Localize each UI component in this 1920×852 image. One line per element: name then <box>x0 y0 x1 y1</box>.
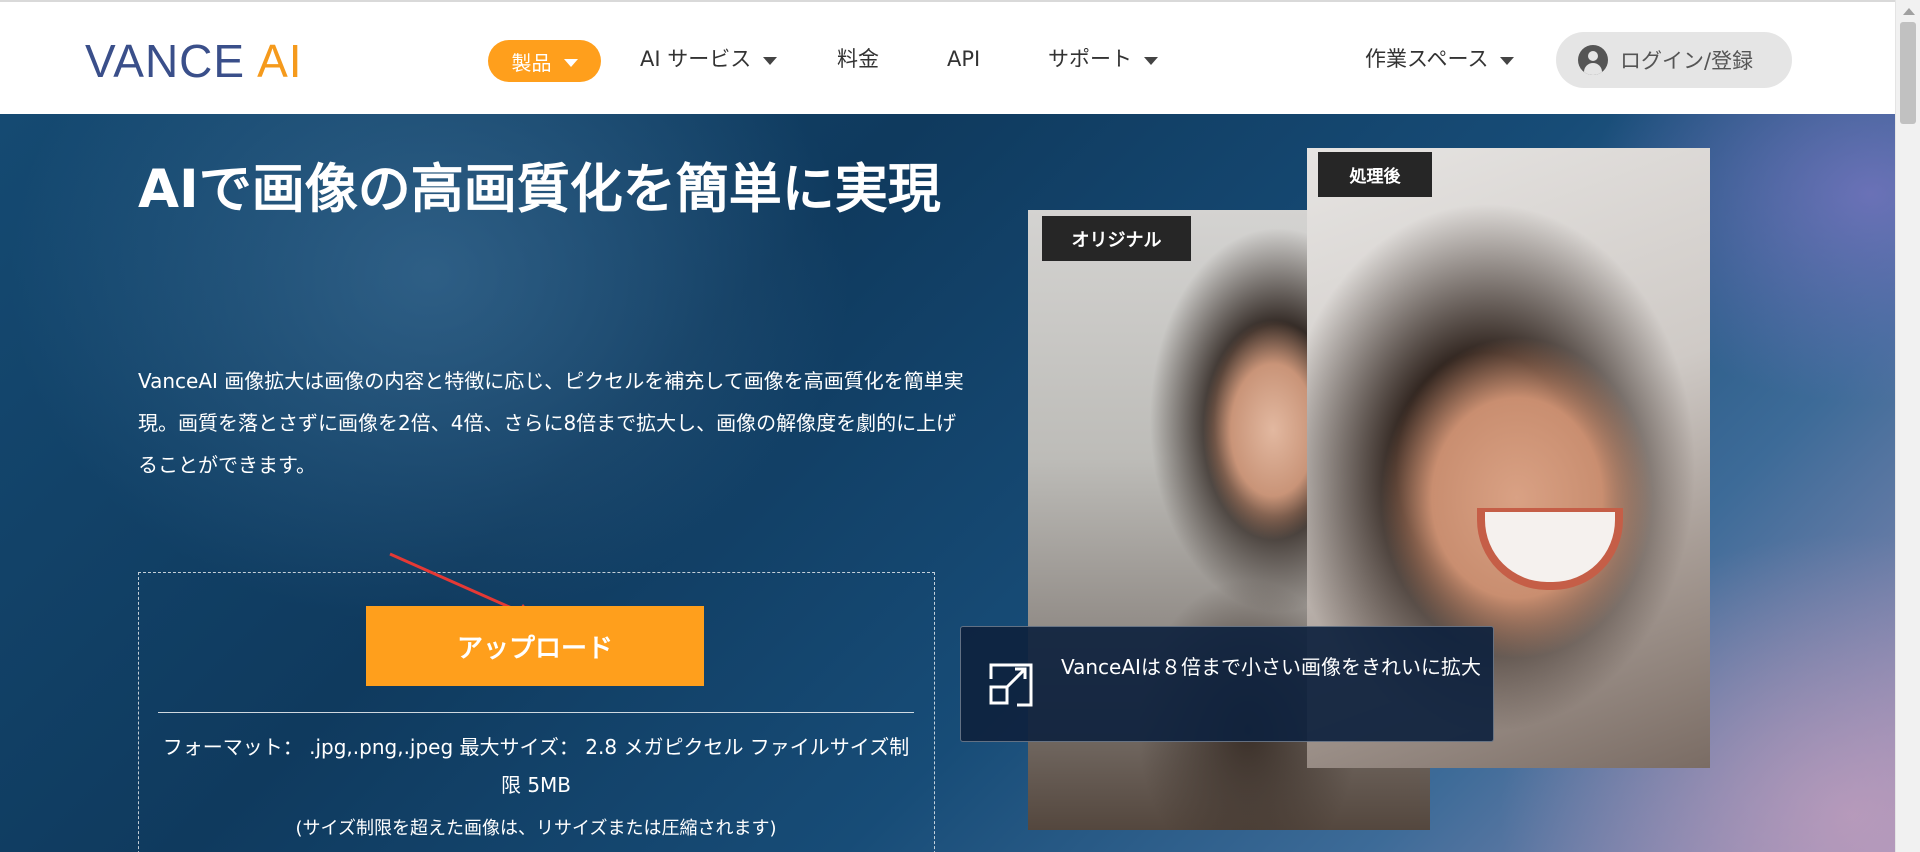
format-info: フォーマット： .jpg,.png,.jpeg 最大サイズ： 2.8 メガピクセ… <box>162 735 910 797</box>
feature-info-text: VanceAIは８倍まで小さい画像をきれいに拡大 <box>1061 655 1481 679</box>
chevron-down-icon <box>1500 57 1515 65</box>
size-limit-note: (サイズ制限を超えた画像は、リサイズまたは圧縮されます) <box>295 818 777 839</box>
nav-label-ai-services: AI サービス <box>640 47 752 71</box>
feature-info-card: VanceAIは８倍まで小さい画像をきれいに拡大 <box>960 626 1494 742</box>
nav-item-ai-services[interactable]: AI サービス <box>640 44 778 74</box>
user-icon <box>1578 45 1608 75</box>
upload-button[interactable]: アップロード <box>366 606 704 686</box>
after-label: 処理後 <box>1318 152 1432 197</box>
nav-item-support[interactable]: サポート <box>1048 44 1158 74</box>
scroll-up-arrow-icon[interactable] <box>1903 8 1915 15</box>
nav-item-products[interactable]: 製品 <box>488 40 601 82</box>
nav-item-pricing[interactable]: 料金 <box>837 44 879 74</box>
site-header: VANCE AI 製品 AI サービス 料金 API サポート 作業スペース ログ… <box>0 2 1895 114</box>
login-button[interactable]: ログイン/登録 <box>1556 32 1792 88</box>
upload-divider <box>158 712 914 713</box>
chevron-down-icon <box>763 57 778 65</box>
nav-label-pricing: 料金 <box>837 47 879 71</box>
chevron-down-icon <box>1144 57 1158 65</box>
vanceai-logo[interactable]: VANCE AI <box>85 36 303 86</box>
scroll-thumb[interactable] <box>1900 22 1916 124</box>
page-scrollbar[interactable] <box>1895 0 1920 852</box>
hero-title: AIで画像の高画質化を簡単に実現 <box>138 159 941 220</box>
hero-section: AIで画像の高画質化を簡単に実現 VanceAI 画像拡大は画像の内容と特徴に応… <box>0 114 1895 852</box>
logo-text-vance: VANCE <box>85 35 246 87</box>
expand-icon <box>989 663 1033 707</box>
login-label: ログイン/登録 <box>1620 49 1754 73</box>
nav-label-products: 製品 <box>511 50 552 75</box>
workspace-menu[interactable]: 作業スペース <box>1365 44 1515 74</box>
nav-label-api: API <box>947 47 981 71</box>
hero-description: VanceAI 画像拡大は画像の内容と特徴に応じ、ピクセルを補充して画像を高画質… <box>138 369 964 477</box>
nav-label-support: サポート <box>1048 47 1132 71</box>
photo-detail <box>1477 508 1623 590</box>
original-label: オリジナル <box>1042 216 1191 261</box>
chevron-down-icon <box>563 59 578 67</box>
nav-item-api[interactable]: API <box>947 44 980 74</box>
workspace-label: 作業スペース <box>1365 47 1489 71</box>
logo-text-ai: AI <box>257 35 303 87</box>
